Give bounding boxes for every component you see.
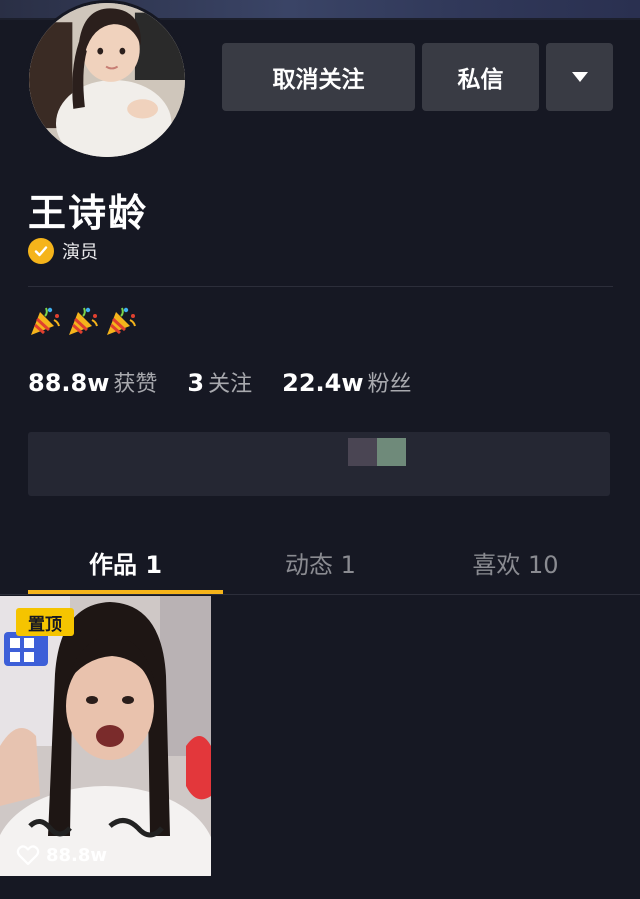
verified-label: 演员	[62, 242, 98, 263]
mosaic-block	[348, 438, 377, 466]
avatar[interactable]	[26, 0, 188, 160]
profile-stats: 88.8w 获赞 3 关注 22.4w 粉丝	[28, 366, 442, 398]
bio-emojis	[28, 304, 138, 338]
party-popper-icon	[31, 307, 60, 335]
video-thumbnail	[0, 596, 211, 876]
tab-likes[interactable]: 喜欢 10	[418, 530, 613, 594]
avatar-photo	[29, 3, 185, 157]
more-button[interactable]	[546, 43, 613, 111]
tab-works[interactable]: 作品 1	[28, 530, 223, 594]
stat-following[interactable]: 3 关注	[187, 366, 252, 398]
mosaic-block	[377, 438, 406, 466]
party-popper-icon	[69, 307, 98, 335]
divider	[28, 286, 613, 287]
profile-tabs: 作品 1 动态 1 喜欢 10	[0, 530, 640, 594]
likes-count: 88.8w	[46, 844, 108, 866]
unfollow-button[interactable]: 取消关注	[222, 43, 415, 111]
stat-value: 88.8w	[28, 369, 110, 397]
profile-name: 王诗龄	[28, 191, 149, 235]
tab-activity[interactable]: 动态 1	[223, 530, 418, 594]
chevron-down-icon	[571, 72, 588, 82]
pinned-badge: 置顶	[16, 608, 74, 636]
stat-label: 粉丝	[367, 372, 412, 397]
party-popper-icon	[107, 307, 136, 335]
blurred-banner	[28, 432, 610, 496]
verification: 演员	[28, 238, 98, 264]
heart-icon	[16, 845, 40, 866]
stat-likes[interactable]: 88.8w 获赞	[28, 366, 157, 398]
video-likes: 88.8w	[16, 844, 107, 866]
stat-label: 关注	[208, 372, 253, 397]
divider	[0, 594, 640, 595]
message-button[interactable]: 私信	[422, 43, 539, 111]
stat-value: 22.4w	[282, 369, 364, 397]
profile-page: 取消关注 私信 王诗龄 演员 88.8w 获赞 3 关注 22.4w 粉丝 作品…	[0, 0, 640, 899]
video-tile[interactable]: 置顶 88.8w	[0, 596, 211, 876]
verified-check-icon	[28, 238, 54, 264]
stat-followers[interactable]: 22.4w 粉丝	[282, 366, 411, 398]
stat-value: 3	[187, 369, 205, 397]
stat-label: 获赞	[113, 372, 158, 397]
